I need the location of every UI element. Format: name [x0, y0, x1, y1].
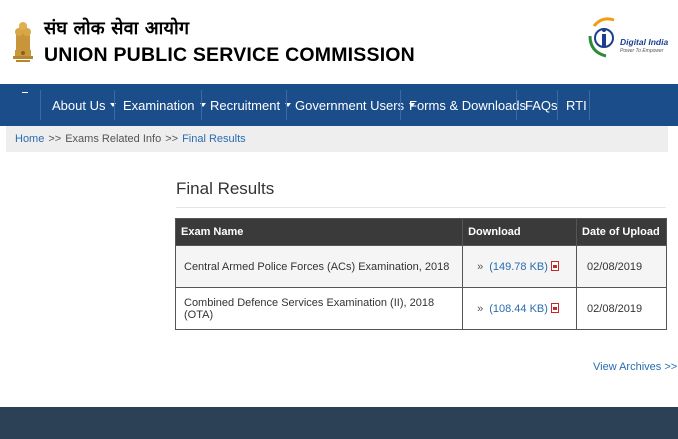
breadcrumb: Home >> Exams Related Info >> Final Resu… — [6, 126, 668, 152]
view-archives-link[interactable]: View Archives >> — [593, 361, 677, 373]
site-footer — [0, 407, 678, 439]
pdf-icon[interactable] — [550, 260, 559, 271]
nav-recruitment-label: Recruitment — [210, 97, 281, 113]
page-title: Final Results — [176, 179, 275, 198]
pdf-icon[interactable] — [550, 302, 559, 313]
download-link[interactable]: (108.44 KB) — [489, 303, 548, 315]
download-link[interactable]: (149.78 KB) — [489, 261, 548, 273]
table-header-row: Exam Name Download Date of Upload — [174, 218, 667, 246]
main-nav: About Us Examination Recruitment Governm… — [0, 84, 678, 126]
title-divider — [176, 207, 666, 208]
breadcrumb-separator: >> — [48, 133, 62, 145]
nav-forms-downloads-label: Forms & Downloads — [409, 97, 527, 113]
column-header-date: Date of Upload — [576, 218, 667, 246]
nav-rti-label: RTI — [566, 97, 587, 113]
digital-india-tagline: Power To Empower — [620, 48, 664, 54]
breadcrumb-final-results[interactable]: Final Results — [182, 133, 246, 145]
nav-forms-downloads[interactable]: Forms & Downloads — [401, 84, 534, 126]
nav-home-toggle[interactable] — [0, 84, 40, 126]
upload-date-cell: 02/08/2019 — [576, 287, 667, 330]
site-header: संघ लोक सेवा आयोग UNION PUBLIC SERVICE C… — [0, 0, 678, 84]
column-header-download: Download — [462, 218, 578, 246]
upload-date-cell: 02/08/2019 — [576, 245, 667, 288]
bullet-icon: » — [477, 302, 484, 315]
download-cell: » (108.44 KB) — [462, 287, 578, 330]
bullet-icon: » — [477, 260, 484, 273]
nav-divider — [40, 90, 41, 120]
nav-faqs-label: FAQs — [525, 97, 558, 113]
national-emblem-icon[interactable] — [10, 12, 36, 68]
site-title-english[interactable]: UNION PUBLIC SERVICE COMMISSION — [44, 44, 415, 67]
results-table: Exam Name Download Date of Upload Centra… — [174, 218, 667, 330]
digital-india-name: Digital India — [620, 37, 669, 47]
column-header-exam-name: Exam Name — [174, 218, 464, 246]
nav-about-us-label: About Us — [52, 97, 106, 113]
nav-menu-icon[interactable] — [22, 92, 28, 93]
table-row: Central Armed Police Forces (ACs) Examin… — [174, 245, 667, 288]
table-row: Combined Defence Services Examination (I… — [174, 287, 667, 330]
breadcrumb-exams-related-info[interactable]: Exams Related Info — [65, 133, 161, 145]
nav-government-users-label: Government Users — [295, 97, 405, 113]
nav-recruitment[interactable]: Recruitment — [202, 84, 299, 126]
nav-divider — [589, 90, 590, 120]
exam-name-cell: Central Armed Police Forces (ACs) Examin… — [174, 245, 464, 288]
nav-about-us[interactable]: About Us — [44, 84, 124, 126]
breadcrumb-home[interactable]: Home — [15, 133, 44, 145]
nav-examination-label: Examination — [123, 97, 195, 113]
site-title-hindi[interactable]: संघ लोक सेवा आयोग — [44, 16, 189, 40]
download-cell: » (149.78 KB) — [462, 245, 578, 288]
exam-name-cell: Combined Defence Services Examination (I… — [174, 287, 464, 330]
breadcrumb-separator: >> — [165, 133, 179, 145]
nav-examination[interactable]: Examination — [115, 84, 214, 126]
